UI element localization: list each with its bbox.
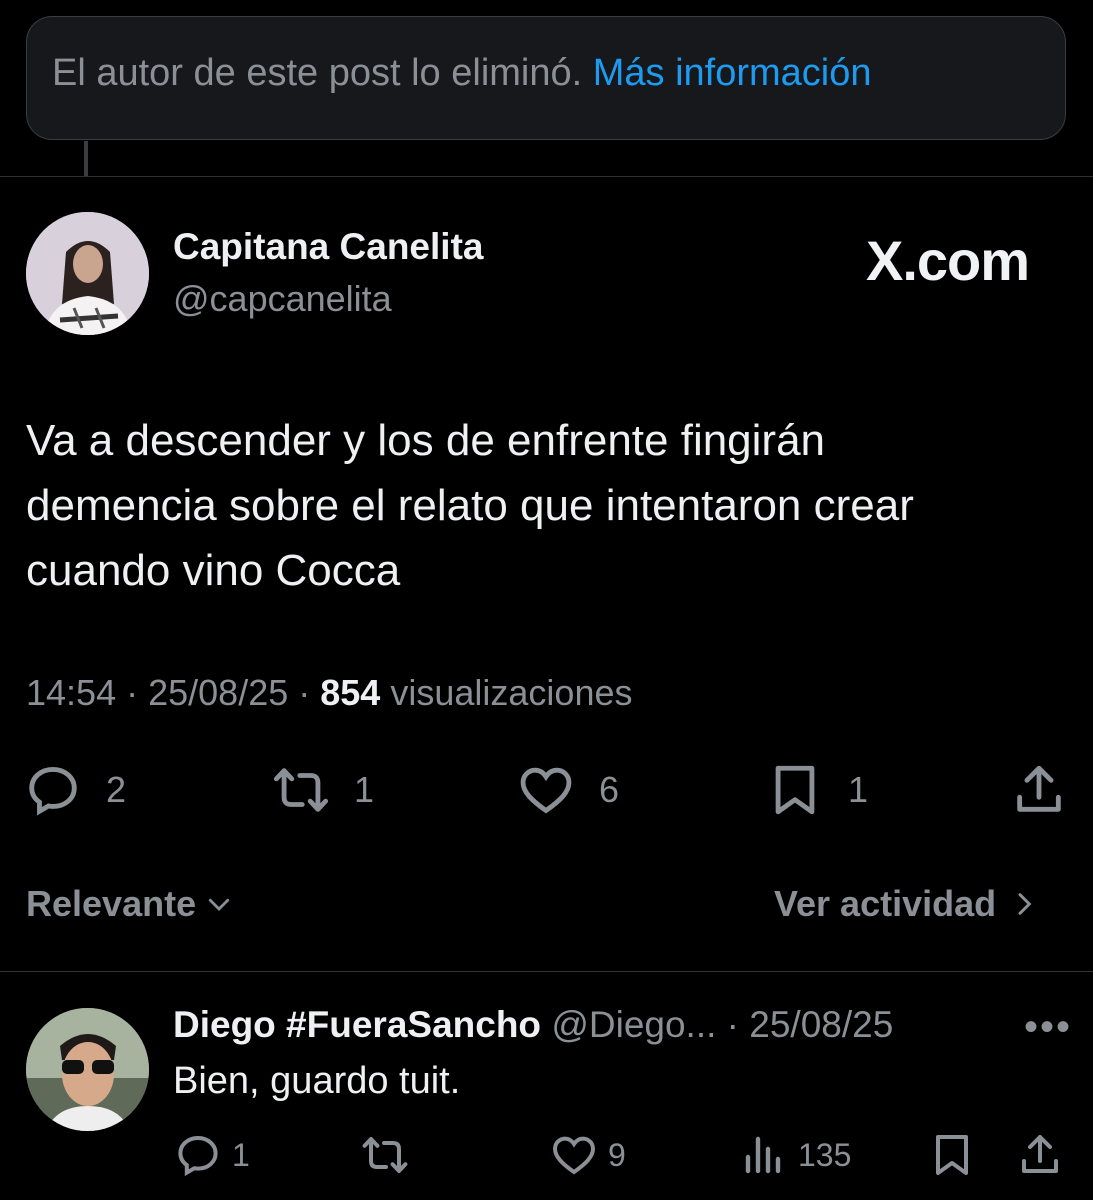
deleted-post-text: El autor de este post lo eliminó. Más in… <box>52 52 872 95</box>
views-label: visualizaciones <box>390 672 633 713</box>
reply-button[interactable]: 2 <box>24 762 126 818</box>
like-icon <box>552 1136 596 1175</box>
more-info-link[interactable]: Más información <box>593 52 872 94</box>
reply-header: Diego #FueraSancho @Diego... · 25/08/25 <box>173 1004 893 1046</box>
bookmark-button[interactable]: 1 <box>766 762 868 818</box>
reply-count: 2 <box>106 769 127 810</box>
like-icon <box>520 767 572 814</box>
reply-date: · 25/08/25 <box>726 1004 894 1045</box>
sort-dropdown[interactable]: Relevante <box>26 883 234 925</box>
chevron-down-icon <box>208 898 230 911</box>
post-text: Va a descender y los de enfrente fingirá… <box>26 408 1066 603</box>
author-handle[interactable]: @capcanelita <box>173 278 392 320</box>
activity-label: Ver actividad <box>774 883 997 924</box>
x-com-watermark: X.com <box>866 229 1030 292</box>
reply-icon <box>29 767 77 816</box>
divider <box>0 176 1093 177</box>
post-time: 14:54 <box>26 672 117 713</box>
deleted-notice-message: El autor de este post lo eliminó. <box>52 52 583 94</box>
share-icon <box>1022 1135 1058 1173</box>
reply-like-count: 9 <box>608 1136 626 1173</box>
reply-repost-button[interactable] <box>361 1130 419 1180</box>
repost-icon <box>273 768 329 812</box>
reply-icon <box>178 1135 218 1177</box>
like-count: 6 <box>599 769 620 810</box>
avatar-photo-icon <box>26 212 149 335</box>
view-activity-link[interactable]: Ver actividad <box>774 883 1040 925</box>
repost-button[interactable]: 1 <box>272 762 374 818</box>
views-count: 854 <box>320 672 381 713</box>
reply-author-name[interactable]: Diego #FueraSancho <box>173 1004 541 1045</box>
divider <box>0 971 1093 972</box>
bookmark-icon <box>775 765 815 815</box>
bookmark-icon <box>936 1135 968 1175</box>
author-avatar[interactable] <box>26 212 149 335</box>
views-icon <box>745 1136 781 1174</box>
post-meta: 14:54 · 25/08/25 · 854 visualizaciones <box>26 672 633 713</box>
reply-share-button[interactable] <box>1016 1130 1064 1180</box>
reply-text: Bien, guardo tuit. <box>173 1060 461 1102</box>
post-text-line: demencia sobre el relato que intentaron … <box>26 481 914 530</box>
repost-count: 1 <box>354 769 375 810</box>
reply-reply-count: 1 <box>232 1136 250 1173</box>
reply-views-button[interactable]: 135 <box>740 1130 851 1180</box>
more-icon[interactable]: ••• <box>1024 1005 1072 1050</box>
share-icon <box>1017 765 1061 812</box>
avatar-photo-icon <box>26 1008 149 1131</box>
sort-label: Relevante <box>26 883 197 924</box>
bookmark-count: 1 <box>848 769 869 810</box>
reply-reply-button[interactable]: 1 <box>174 1130 250 1180</box>
post-date: 25/08/25 <box>148 672 289 713</box>
thread-connector-line <box>84 141 88 177</box>
reply-like-button[interactable]: 9 <box>550 1130 626 1180</box>
like-button[interactable]: 6 <box>517 762 619 818</box>
reply-bookmark-button[interactable] <box>928 1130 976 1180</box>
reply-author-handle[interactable]: @Diego... <box>551 1004 716 1045</box>
reply-author-avatar[interactable] <box>26 1008 149 1131</box>
chevron-right-icon <box>1018 893 1032 915</box>
share-button[interactable] <box>1010 762 1068 818</box>
post-text-line: Va a descender y los de enfrente fingirá… <box>26 416 826 465</box>
repost-icon <box>362 1137 408 1173</box>
reply-views-count: 135 <box>798 1136 852 1173</box>
post-text-line: cuando vino Cocca <box>26 546 401 595</box>
author-name[interactable]: Capitana Canelita <box>173 226 483 268</box>
